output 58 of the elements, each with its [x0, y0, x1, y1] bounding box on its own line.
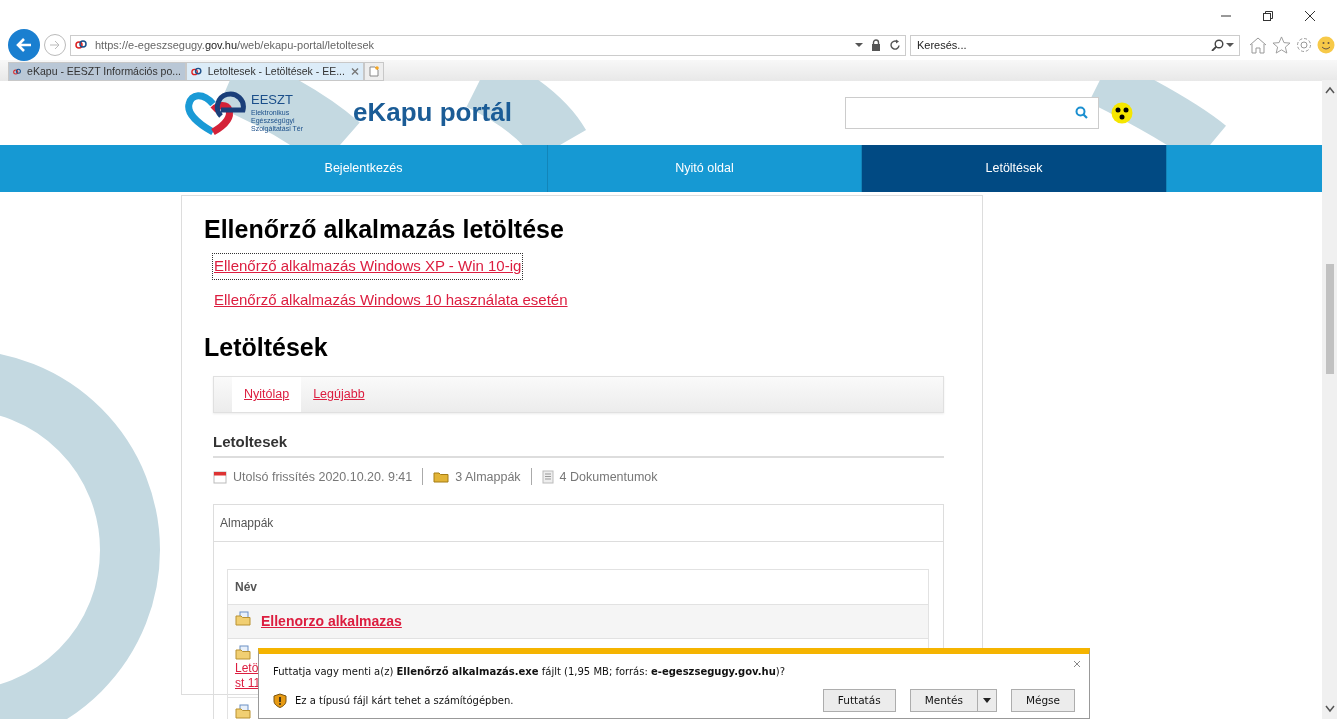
- shield-icon: [273, 693, 287, 708]
- url-text: https://e-egeszsegugy.gov.hu/web/ekapu-portal/letoltesek: [95, 37, 375, 53]
- site-icon: [191, 66, 202, 77]
- folder-icon: [235, 611, 251, 628]
- folder-icon: [235, 645, 251, 662]
- tab[interactable]: Nyitólap: [232, 377, 302, 412]
- home-icon[interactable]: [1248, 36, 1268, 54]
- scroll-up-icon[interactable]: [1324, 86, 1335, 94]
- nav-tab[interactable]: Letöltések: [862, 145, 1167, 192]
- back-button[interactable]: [8, 29, 40, 61]
- site-icon: [13, 66, 22, 77]
- caret-icon: [982, 698, 991, 704]
- search-icon[interactable]: [1211, 39, 1225, 51]
- warning-text: Ez a típusú fájl kárt tehet a számítógépben.: [295, 694, 514, 708]
- refresh-icon[interactable]: [889, 39, 901, 51]
- meta-text: 4 Dokumentumok: [559, 468, 658, 486]
- arrow-right-icon: [49, 40, 61, 50]
- site-icon: [75, 40, 87, 50]
- tab[interactable]: Legújabb: [301, 377, 377, 412]
- close-icon[interactable]: [1304, 10, 1316, 22]
- save-button[interactable]: Mentés: [909, 689, 978, 712]
- download-link[interactable]: Ellenőrző alkalmazás Windows XP - Win 10-ig: [213, 254, 523, 279]
- meta-text: 3 Almappák: [455, 468, 521, 486]
- site-title: eKapu portál: [353, 96, 512, 129]
- dropdown-icon[interactable]: [855, 42, 863, 48]
- folder-icon: [235, 704, 251, 719]
- document-icon: [541, 469, 554, 484]
- description-text: Letö: [235, 661, 260, 677]
- folder-title: Letoltesek: [213, 431, 944, 458]
- panel-title: Almappák: [214, 505, 943, 543]
- meta-text: Utolsó frissítés 2020.10.20. 9:41: [233, 468, 413, 486]
- star-icon[interactable]: [1272, 36, 1291, 54]
- calendar-icon: [213, 469, 227, 484]
- scroll-down-icon[interactable]: [1324, 705, 1335, 713]
- scrollbar-thumb[interactable]: [1325, 264, 1334, 374]
- logo-icon: [185, 89, 247, 136]
- logo-name: EESZT: [251, 92, 294, 106]
- arrow-left-icon: [15, 37, 33, 53]
- accessibility-icon[interactable]: [1111, 101, 1133, 124]
- restore-icon[interactable]: [1262, 10, 1274, 22]
- dropdown-icon[interactable]: [1225, 42, 1235, 48]
- folder-icon: [433, 470, 450, 483]
- browser-tab[interactable]: eKapu - EESZT Információs po...: [8, 62, 186, 81]
- new-tab-icon: [369, 66, 379, 77]
- action-button[interactable]: Mégse: [1010, 689, 1075, 712]
- download-message: Futtatja vagy menti a(z) Ellenőrző alkalmazás.exe fájlt (1,95 MB; forrás: e-egeszsegugy.gov.hu)?: [273, 665, 786, 679]
- download-link[interactable]: Ellenőrző alkalmazás Windows 10 használata esetén: [213, 287, 569, 312]
- folder-link[interactable]: Ellenorzo alkalmazas: [261, 611, 402, 633]
- action-button[interactable]: Futtatás: [822, 689, 896, 712]
- browser-tab[interactable]: Letoltesek - Letöltések - EE...: [186, 62, 364, 81]
- page-heading: Ellenőrző alkalmazás letöltése: [204, 214, 565, 244]
- lock-icon: [871, 39, 881, 51]
- settings-icon[interactable]: [1295, 36, 1313, 54]
- smiley-icon[interactable]: [1317, 36, 1335, 54]
- browser-search-box[interactable]: Keresés...: [910, 34, 1240, 56]
- address-field[interactable]: https://e-egeszsegugy.gov.hu/web/ekapu-portal/letoltesek: [70, 34, 906, 56]
- section-heading: Letöltések: [204, 332, 329, 362]
- site-search-field[interactable]: [845, 96, 1099, 129]
